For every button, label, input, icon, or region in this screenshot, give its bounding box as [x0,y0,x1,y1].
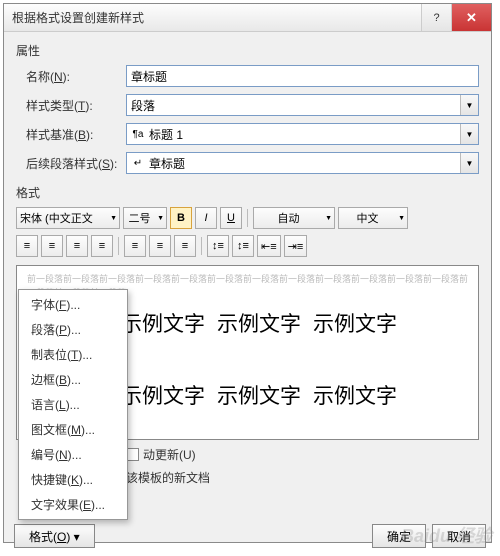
paragraph-icon: ¶a [131,127,145,141]
space-decrease-button[interactable]: ↕≡ [232,235,254,257]
properties-section-label: 属性 [16,42,479,59]
menu-paragraph[interactable]: 段落(P)... [19,317,127,342]
name-label: 名称(N): [16,68,126,85]
style-type-label: 样式类型(T): [16,97,126,114]
menu-numbering[interactable]: 编号(N)... [19,442,127,467]
help-button[interactable]: ? [421,4,451,31]
style-dialog: 根据格式设置创建新样式 ? ✕ 属性 名称(N): 样式类型(T): 段落▼ 样… [3,3,492,543]
chevron-down-icon[interactable]: ▼ [460,153,478,173]
ok-button[interactable]: 确定 [372,524,426,548]
line-spacing-1-button[interactable]: ≡ [124,235,146,257]
dialog-buttonbar: 确定 取消 [14,524,486,548]
close-button[interactable]: ✕ [451,4,491,31]
chevron-down-icon: ▼ [398,215,405,222]
chevron-down-icon: ▼ [110,215,117,222]
indent-increase-button[interactable]: ⇥≡ [284,235,308,257]
space-increase-button[interactable]: ↕≡ [207,235,229,257]
format-popup-menu: 字体(F)... 段落(P)... 制表位(T)... 边框(B)... 语言(… [18,289,128,520]
format-section-label: 格式 [16,184,479,201]
menu-border[interactable]: 边框(B)... [19,367,127,392]
language-combo[interactable]: 中文▼ [338,207,408,229]
based-on-label: 样式基准(B): [16,126,126,143]
italic-button[interactable]: I [195,207,217,229]
chevron-down-icon: ▼ [325,215,332,222]
enter-icon: ↵ [131,156,145,170]
menu-frame[interactable]: 图文框(M)... [19,417,127,442]
font-size-combo[interactable]: 二号▼ [123,207,167,229]
align-center-button[interactable]: ≡ [41,235,63,257]
format-toolbar-1: 宋体 (中文正文▼ 二号▼ B I U 自动▼ 中文▼ [16,207,479,229]
titlebar: 根据格式设置创建新样式 ? ✕ [4,4,491,32]
align-justify-button[interactable]: ≡ [91,235,113,257]
following-style-combo[interactable]: ↵章标题▼ [126,152,479,174]
window-title: 根据格式设置创建新样式 [12,9,421,26]
chevron-down-icon: ▼ [157,215,164,222]
name-input[interactable] [126,65,479,87]
following-style-label: 后续段落样式(S): [16,155,126,172]
style-type-combo[interactable]: 段落▼ [126,94,479,116]
menu-shortcut[interactable]: 快捷键(K)... [19,467,127,492]
menu-language[interactable]: 语言(L)... [19,392,127,417]
new-doc-label: 该模板的新文档 [126,469,210,486]
cancel-button[interactable]: 取消 [432,524,486,548]
format-toolbar-2: ≡ ≡ ≡ ≡ ≡ ≡ ≡ ↕≡ ↕≡ ⇤≡ ⇥≡ [16,235,479,257]
align-left-button[interactable]: ≡ [16,235,38,257]
auto-update-label: 动更新(U) [143,446,196,463]
menu-tabs[interactable]: 制表位(T)... [19,342,127,367]
chevron-down-icon[interactable]: ▼ [460,95,478,115]
indent-decrease-button[interactable]: ⇤≡ [257,235,281,257]
chevron-down-icon[interactable]: ▼ [460,124,478,144]
bold-button[interactable]: B [170,207,192,229]
line-spacing-2-button[interactable]: ≡ [174,235,196,257]
menu-text-effects[interactable]: 文字效果(E)... [19,492,127,517]
underline-button[interactable]: U [220,207,242,229]
font-family-combo[interactable]: 宋体 (中文正文▼ [16,207,120,229]
based-on-combo[interactable]: ¶a标题 1▼ [126,123,479,145]
align-right-button[interactable]: ≡ [66,235,88,257]
font-color-combo[interactable]: 自动▼ [253,207,335,229]
menu-font[interactable]: 字体(F)... [19,292,127,317]
line-spacing-15-button[interactable]: ≡ [149,235,171,257]
